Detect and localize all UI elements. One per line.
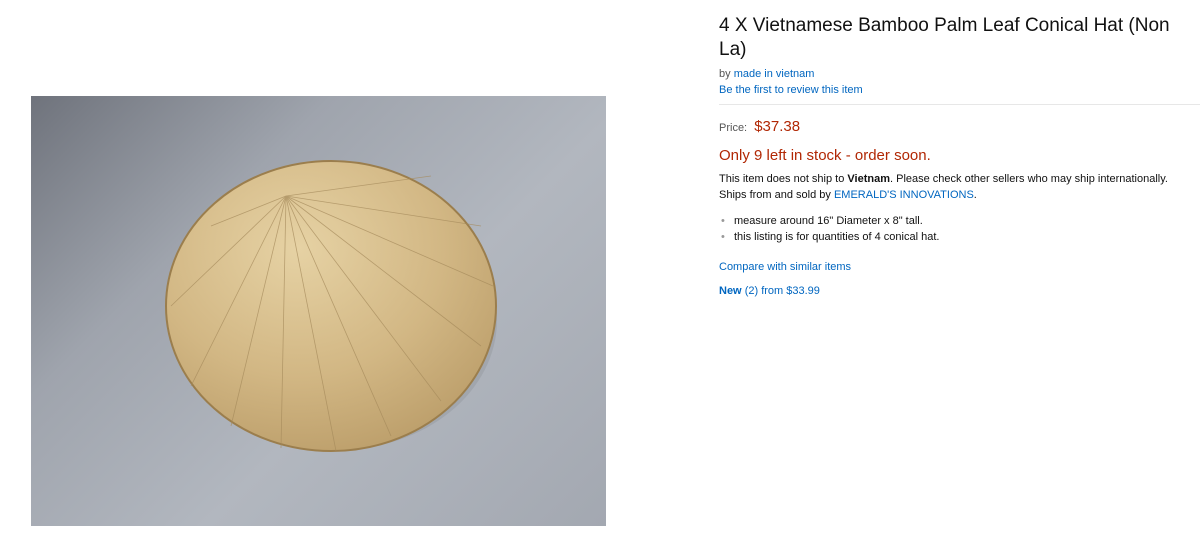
brand-link[interactable]: made in vietnam bbox=[734, 68, 815, 80]
divider bbox=[719, 104, 1200, 105]
new-offers-link[interactable]: New (2) bbox=[719, 285, 758, 297]
compare-link[interactable]: Compare with similar items bbox=[719, 261, 851, 273]
price-value: $37.38 bbox=[754, 118, 801, 135]
price-label: Price: bbox=[719, 122, 748, 134]
by-prefix: by bbox=[719, 68, 731, 80]
shipping-info: This item does not ship to Vietnam. Plea… bbox=[719, 171, 1200, 203]
product-details: 4 X Vietnamese Bamboo Palm Leaf Conical … bbox=[719, 14, 1200, 299]
conical-hat-image bbox=[165, 160, 497, 452]
compare-row: Compare with similar items bbox=[719, 259, 1200, 275]
stock-status: Only 9 left in stock - order soon. bbox=[719, 147, 931, 164]
ship-text: This item does not ship to bbox=[719, 173, 845, 185]
new-from: from bbox=[761, 285, 784, 297]
new-label: New bbox=[719, 285, 742, 297]
new-offers-row: New (2) from $33.99 bbox=[719, 283, 1200, 299]
product-title: 4 X Vietnamese Bamboo Palm Leaf Conical … bbox=[719, 15, 1170, 60]
feature-bullets: measure around 16" Diameter x 8" tall. t… bbox=[719, 213, 1200, 245]
seller-link[interactable]: EMERALD'S INNOVATIONS bbox=[834, 189, 974, 201]
new-price: $33.99 bbox=[786, 285, 820, 297]
ship-country: Vietnam bbox=[847, 173, 890, 185]
ships-from-suffix: . bbox=[973, 189, 977, 201]
ships-from-text: Ships from and sold by bbox=[719, 189, 831, 201]
product-image[interactable] bbox=[31, 96, 606, 526]
feature-bullet: measure around 16" Diameter x 8" tall. bbox=[721, 213, 1200, 229]
byline: by made in vietnam bbox=[719, 66, 1200, 82]
review-link[interactable]: Be the first to review this item bbox=[719, 82, 1200, 98]
feature-bullet: this listing is for quantities of 4 coni… bbox=[721, 229, 1200, 245]
ship-text-2: . Please check other sellers who may shi… bbox=[890, 173, 1168, 185]
price-row: Price: $37.38 bbox=[719, 118, 1200, 137]
new-count: (2) bbox=[744, 285, 759, 297]
